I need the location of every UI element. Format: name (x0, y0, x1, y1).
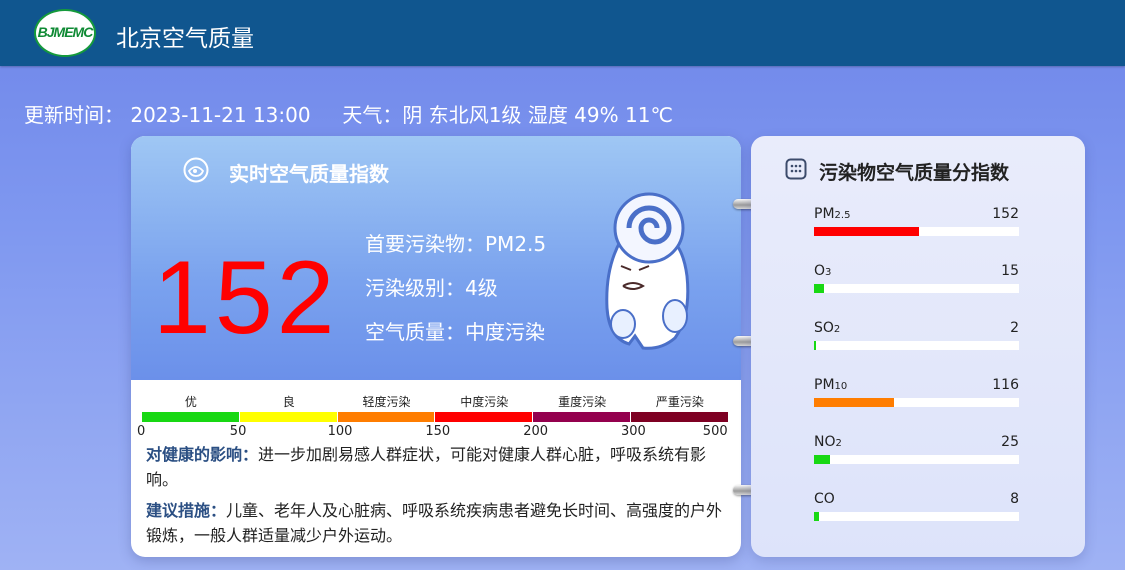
pollutant-card: 污染物空气质量分指数 PM2.5 152 O3 15 SO2 2 PM10 116 NO2 25 C… (751, 136, 1085, 557)
pollutant-value: 2 (1010, 320, 1019, 336)
pollutant-name-base: CO (814, 491, 835, 507)
grid-icon (785, 158, 807, 180)
aqi-scale-label: 中度污染 (460, 395, 509, 409)
advice-measures: 建议措施：儿童、老年人及心脏病、呼吸系统疾病患者避免长时间、高强度的户外锻炼，一… (146, 498, 731, 548)
pollutant-bar-track (814, 341, 1019, 350)
info-line: 更新时间： 2023-11-21 13:00 天气：阴 东北风1级 湿度 49%… (24, 99, 673, 128)
pollutant-name: PM2.5 (814, 206, 850, 222)
pollutant-title: 污染物空气质量分指数 (819, 162, 1010, 184)
pollutant-name: SO2 (814, 320, 840, 336)
air-quality-status: 空气质量：中度污染 (365, 320, 545, 344)
pollutant-name-base: SO (814, 320, 834, 336)
pollutant-name-base: PM (814, 206, 835, 222)
aqi-scale-segment (631, 412, 728, 422)
aqi-value: 152 (153, 240, 339, 356)
pollutant-bar-fill (814, 398, 894, 407)
pollutant-name: O3 (814, 263, 831, 279)
pollutant-name: NO2 (814, 434, 842, 450)
pollutant-bar-fill (814, 227, 919, 236)
weather-info: 天气：阴 东北风1级 湿度 49% 11℃ (342, 103, 673, 127)
aqi-scale-tick: 50 (229, 424, 247, 439)
aqi-card: 实时空气质量指数 152 首要污染物：PM2.5 污染级别：4级 空气质量：中度… (131, 136, 741, 557)
aqi-scale-tick: 500 (702, 424, 728, 439)
health-impact-label: 对健康的影响： (146, 445, 259, 464)
logo-text: BJMEMC (37, 24, 94, 40)
aqi-scale-label: 重度污染 (558, 395, 607, 409)
pollutant-row: CO 8 (814, 491, 1019, 531)
app-title: 北京空气质量 (116, 26, 254, 52)
aqi-scale-label: 良 (282, 395, 295, 409)
update-label: 更新时间： (24, 103, 124, 127)
aqi-scale-segment (533, 412, 630, 422)
aqi-scale-labels: 优 良 轻度污染 中度污染 重度污染 严重污染 (142, 393, 729, 413)
pollutant-bar-fill (814, 512, 819, 521)
aqi-scale-tick: 200 (523, 424, 549, 439)
aqi-scale-label: 轻度污染 (362, 395, 411, 409)
pollutant-bar-track (814, 227, 1019, 236)
pollutant-value: 25 (1001, 434, 1019, 450)
pollutant-name-base: PM (814, 377, 835, 393)
pollutant-name-subscript: 2 (833, 324, 841, 335)
aqi-title: 实时空气质量指数 (229, 162, 389, 186)
pollutant-row: PM10 116 (814, 377, 1019, 417)
aqi-scale-segment (142, 412, 239, 422)
aqi-scale-label: 严重污染 (655, 395, 704, 409)
pollutant-bar-fill (814, 455, 830, 464)
advice-text: 儿童、老年人及心脏病、呼吸系统疾病患者避免长时间、高强度的户外锻炼，一般人群适量… (146, 501, 723, 545)
pollutant-bar-track (814, 455, 1019, 464)
aqi-scale-tick: 150 (425, 424, 451, 439)
pollutant-row: SO2 2 (814, 320, 1019, 360)
pollutant-value: 8 (1010, 491, 1019, 507)
pollutant-bar-fill (814, 284, 824, 293)
pollutant-value: 152 (992, 206, 1019, 222)
bjmemc-logo[interactable]: BJMEMC (34, 9, 96, 57)
pollutant-bar-track (814, 284, 1019, 293)
aqi-scale-ticks: 0 50 100 150 200 300 500 (131, 424, 741, 442)
health-impact: 对健康的影响：进一步加剧易感人群症状，可能对健康人群心脏，呼吸系统有影响。 (146, 442, 731, 492)
aqi-scale-segment (239, 412, 337, 422)
pollutant-row: NO2 25 (814, 434, 1019, 474)
pollutant-name: CO (814, 491, 835, 507)
aqi-scale-label: 优 (184, 395, 197, 409)
pollutant-value: 116 (992, 377, 1019, 393)
aqi-scale-tick: 0 (137, 424, 146, 439)
aqi-scale-segment (337, 412, 435, 422)
advice-label: 建议措施： (146, 501, 227, 520)
aqi-scale-tick: 100 (327, 424, 353, 439)
pollutant-value: 15 (1001, 263, 1019, 279)
mascot-image (605, 192, 690, 350)
pollutant-name-subscript: 2.5 (834, 210, 851, 221)
pollutant-row: O3 15 (814, 263, 1019, 303)
pollutant-name-subscript: 3 (825, 267, 832, 278)
pollutant-row: PM2.5 152 (814, 206, 1019, 246)
aqi-header-panel: 实时空气质量指数 152 首要污染物：PM2.5 污染级别：4级 空气质量：中度… (131, 136, 741, 380)
primary-pollutant: 首要污染物：PM2.5 (365, 232, 547, 256)
pollutant-name: PM10 (814, 377, 847, 393)
aqi-scale-tick: 300 (621, 424, 646, 439)
pollution-level: 污染级别：4级 (365, 276, 498, 300)
pollutant-bar-track (814, 512, 1019, 521)
pollutant-bar-track (814, 398, 1019, 407)
pollutant-bar-fill (814, 341, 816, 350)
pollutant-name-base: NO (814, 434, 836, 450)
aqi-scale-segment (435, 412, 533, 422)
aqi-gauge-icon (183, 157, 209, 183)
update-time: 2023-11-21 13:00 (130, 103, 311, 127)
pollutant-name-base: O (814, 263, 826, 279)
top-bar: BJMEMC 北京空气质量 (0, 0, 1125, 66)
pollutant-name-subscript: 10 (834, 381, 848, 392)
pollutant-name-subscript: 2 (835, 438, 842, 449)
